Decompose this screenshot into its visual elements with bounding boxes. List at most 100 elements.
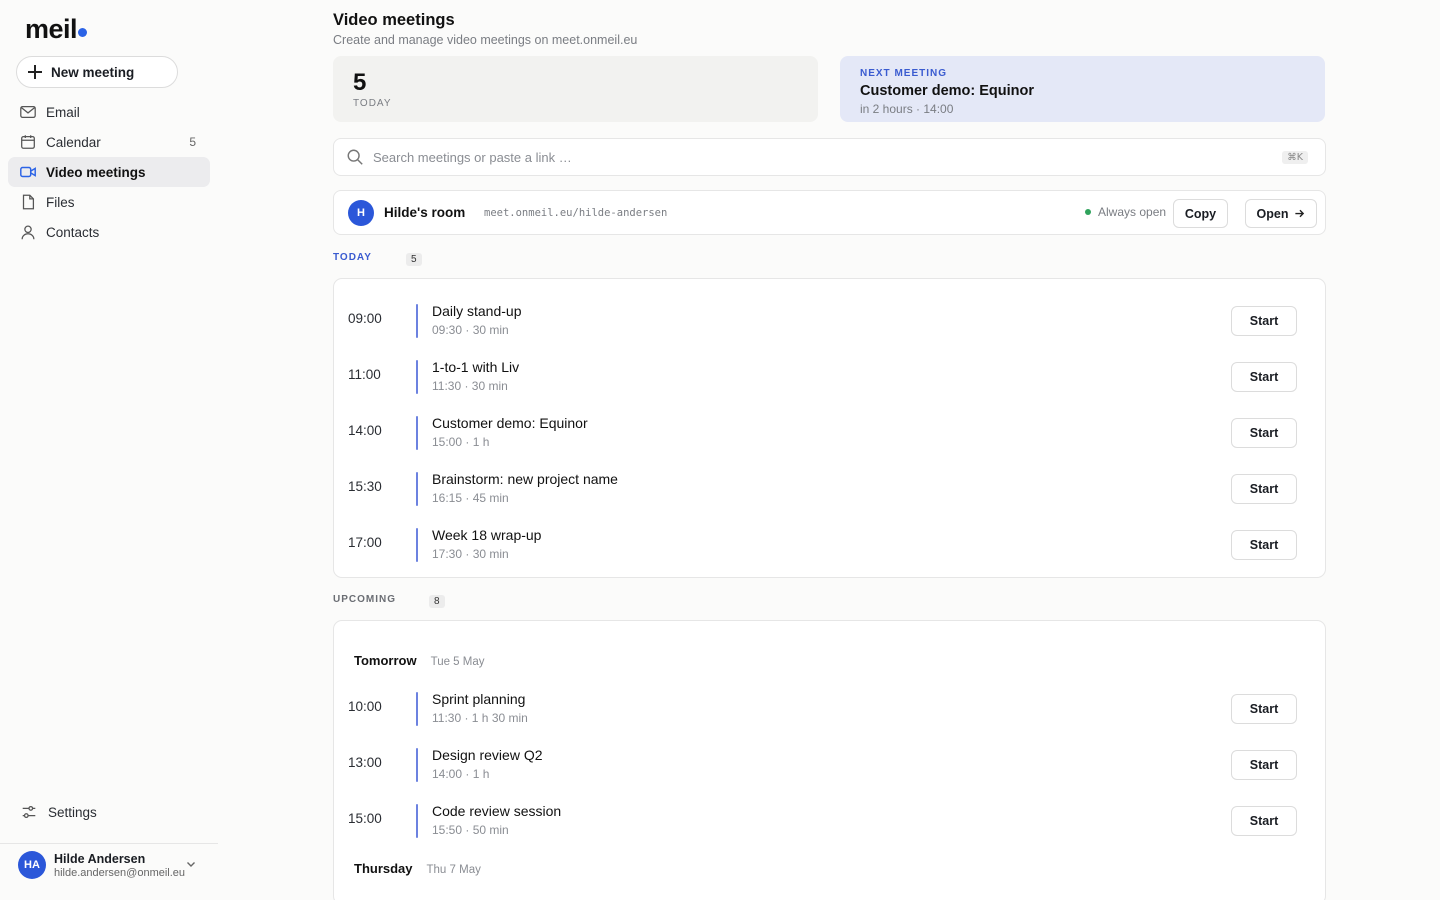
meeting-title: Design review Q2 xyxy=(432,747,543,763)
room-link[interactable]: meet.onmeil.eu/hilde-andersen xyxy=(484,207,667,219)
day-header: Thursday Thu 7 May xyxy=(354,861,481,876)
today-section-label: TODAY xyxy=(333,252,372,263)
new-meeting-button[interactable]: New meeting xyxy=(16,56,178,88)
calendar-count: 5 xyxy=(189,135,196,149)
meeting-row[interactable]: 10:00 Sprint planning 11:30 · 1 h 30 min… xyxy=(334,681,1327,737)
copy-link-button[interactable]: Copy xyxy=(1173,199,1228,228)
meeting-time: 10:00 xyxy=(348,699,382,714)
arrow-right-icon xyxy=(1295,209,1305,218)
meeting-bar xyxy=(416,804,418,838)
open-room-label: Open xyxy=(1256,206,1289,221)
next-meeting-time: in 2 hours · 14:00 xyxy=(860,102,954,116)
user-name: Hilde Andersen xyxy=(54,851,146,866)
upcoming-meetings-card: Tomorrow Tue 5 May 10:00 Sprint planning… xyxy=(333,620,1326,900)
meeting-time: 14:00 xyxy=(348,423,382,438)
sidebar-item-label: Email xyxy=(46,104,80,120)
sidebar-item-files[interactable]: Files xyxy=(8,187,210,217)
search-icon xyxy=(347,149,363,165)
today-count-badge: 5 xyxy=(406,253,422,266)
page-title: Video meetings xyxy=(333,11,455,29)
start-button[interactable]: Start xyxy=(1231,306,1297,336)
settings-label: Settings xyxy=(48,804,97,820)
open-room-button[interactable]: Open xyxy=(1245,199,1317,228)
sidebar-item-video-meetings[interactable]: Video meetings xyxy=(8,157,210,187)
meeting-details: 09:30 · 30 min xyxy=(432,323,509,337)
status-dot xyxy=(1085,209,1091,215)
meeting-time: 09:00 xyxy=(348,311,382,326)
search-bar: ⌘K xyxy=(333,138,1326,176)
sliders-icon xyxy=(22,805,36,819)
meeting-time: 15:00 xyxy=(348,811,382,826)
meeting-row[interactable]: 15:00 Code review session 15:50 · 50 min… xyxy=(334,793,1327,849)
sidebar-item-contacts[interactable]: Contacts xyxy=(8,217,210,247)
sidebar: meil New meeting Email Calendar 5 Video … xyxy=(0,0,218,900)
next-meeting-title: Customer demo: Equinor xyxy=(860,83,1035,99)
meeting-time: 15:30 xyxy=(348,479,382,494)
meeting-details: 16:15 · 45 min xyxy=(432,491,509,505)
room-avatar: H xyxy=(348,200,374,226)
today-count-label: TODAY xyxy=(353,98,392,109)
today-count: 5 xyxy=(353,69,367,96)
today-meetings-card: 09:00 Daily stand-up 09:30 · 30 min Star… xyxy=(333,278,1326,578)
meeting-row[interactable]: 13:00 Design review Q2 14:00 · 1 h Start xyxy=(334,737,1327,793)
sidebar-item-email[interactable]: Email xyxy=(8,97,210,127)
upcoming-section-label: UPCOMING xyxy=(333,594,396,605)
start-button[interactable]: Start xyxy=(1231,694,1297,724)
start-button[interactable]: Start xyxy=(1231,750,1297,780)
meeting-title: Code review session xyxy=(432,803,562,819)
meeting-row[interactable]: 14:00 Customer demo: Equinor 15:00 · 1 h… xyxy=(334,405,1327,461)
settings-link[interactable]: Settings xyxy=(20,803,97,821)
meeting-title: Customer demo: Equinor xyxy=(432,415,588,431)
user-menu[interactable]: HA Hilde Andersen hilde.andersen@onmeil.… xyxy=(18,848,203,882)
user-icon xyxy=(21,225,35,240)
meeting-time: 13:00 xyxy=(348,755,382,770)
meeting-row[interactable]: 15:30 Brainstorm: new project name 16:15… xyxy=(334,461,1327,517)
meeting-bar xyxy=(416,528,418,562)
sidebar-item-calendar[interactable]: Calendar 5 xyxy=(8,127,210,157)
day-date: Thu 7 May xyxy=(426,864,481,876)
meeting-title: Sprint planning xyxy=(432,691,526,707)
meeting-details: 11:30 · 1 h 30 min xyxy=(432,711,528,725)
room-status-label: Always open xyxy=(1098,205,1167,219)
start-button[interactable]: Start xyxy=(1231,530,1297,560)
meeting-time: 17:00 xyxy=(348,535,382,550)
day-name: Thursday xyxy=(354,861,413,876)
meeting-title: Daily stand-up xyxy=(432,303,522,319)
search-input[interactable] xyxy=(373,149,1253,165)
plus-icon xyxy=(28,65,42,79)
start-button[interactable]: Start xyxy=(1231,362,1297,392)
meeting-title: 1-to-1 with Liv xyxy=(432,359,520,375)
meeting-bar xyxy=(416,472,418,506)
logo-dot xyxy=(78,28,88,37)
today-stat-card: 5 TODAY xyxy=(333,56,818,122)
next-meeting-card[interactable]: NEXT MEETING Customer demo: Equinor in 2… xyxy=(840,56,1325,122)
meeting-bar xyxy=(416,748,418,782)
meeting-row[interactable]: 17:00 Week 18 wrap-up 17:30 · 30 min Sta… xyxy=(334,517,1327,573)
sidebar-item-label: Files xyxy=(46,194,75,210)
meeting-details: 15:00 · 1 h xyxy=(432,435,490,449)
meeting-bar xyxy=(416,304,418,338)
room-name: Hilde's room xyxy=(384,205,466,220)
room-status: Always open xyxy=(1085,205,1166,219)
divider xyxy=(0,843,218,844)
mail-icon xyxy=(20,105,36,119)
meeting-row[interactable]: 11:00 1-to-1 with Liv 11:30 · 30 min Sta… xyxy=(334,349,1327,405)
start-button[interactable]: Start xyxy=(1231,474,1297,504)
start-button[interactable]: Start xyxy=(1231,806,1297,836)
new-meeting-label: New meeting xyxy=(51,64,135,80)
day-date: Tue 5 May xyxy=(430,656,485,668)
sidebar-item-label: Calendar xyxy=(46,134,101,150)
calendar-icon xyxy=(21,135,35,149)
day-header: Tomorrow Tue 5 May xyxy=(354,653,485,668)
meeting-details: 17:30 · 30 min xyxy=(432,547,509,561)
video-icon xyxy=(20,166,36,178)
next-meeting-label: NEXT MEETING xyxy=(860,68,948,79)
sidebar-item-label: Contacts xyxy=(46,224,100,240)
meeting-row[interactable]: 09:00 Daily stand-up 09:30 · 30 min Star… xyxy=(334,293,1327,349)
user-email: hilde.andersen@onmeil.eu xyxy=(54,866,186,879)
meeting-time: 11:00 xyxy=(348,367,381,382)
page-subtitle: Create and manage video meetings on meet… xyxy=(333,33,638,47)
start-button[interactable]: Start xyxy=(1231,418,1297,448)
meeting-bar xyxy=(416,416,418,450)
logo[interactable]: meil xyxy=(25,14,88,45)
